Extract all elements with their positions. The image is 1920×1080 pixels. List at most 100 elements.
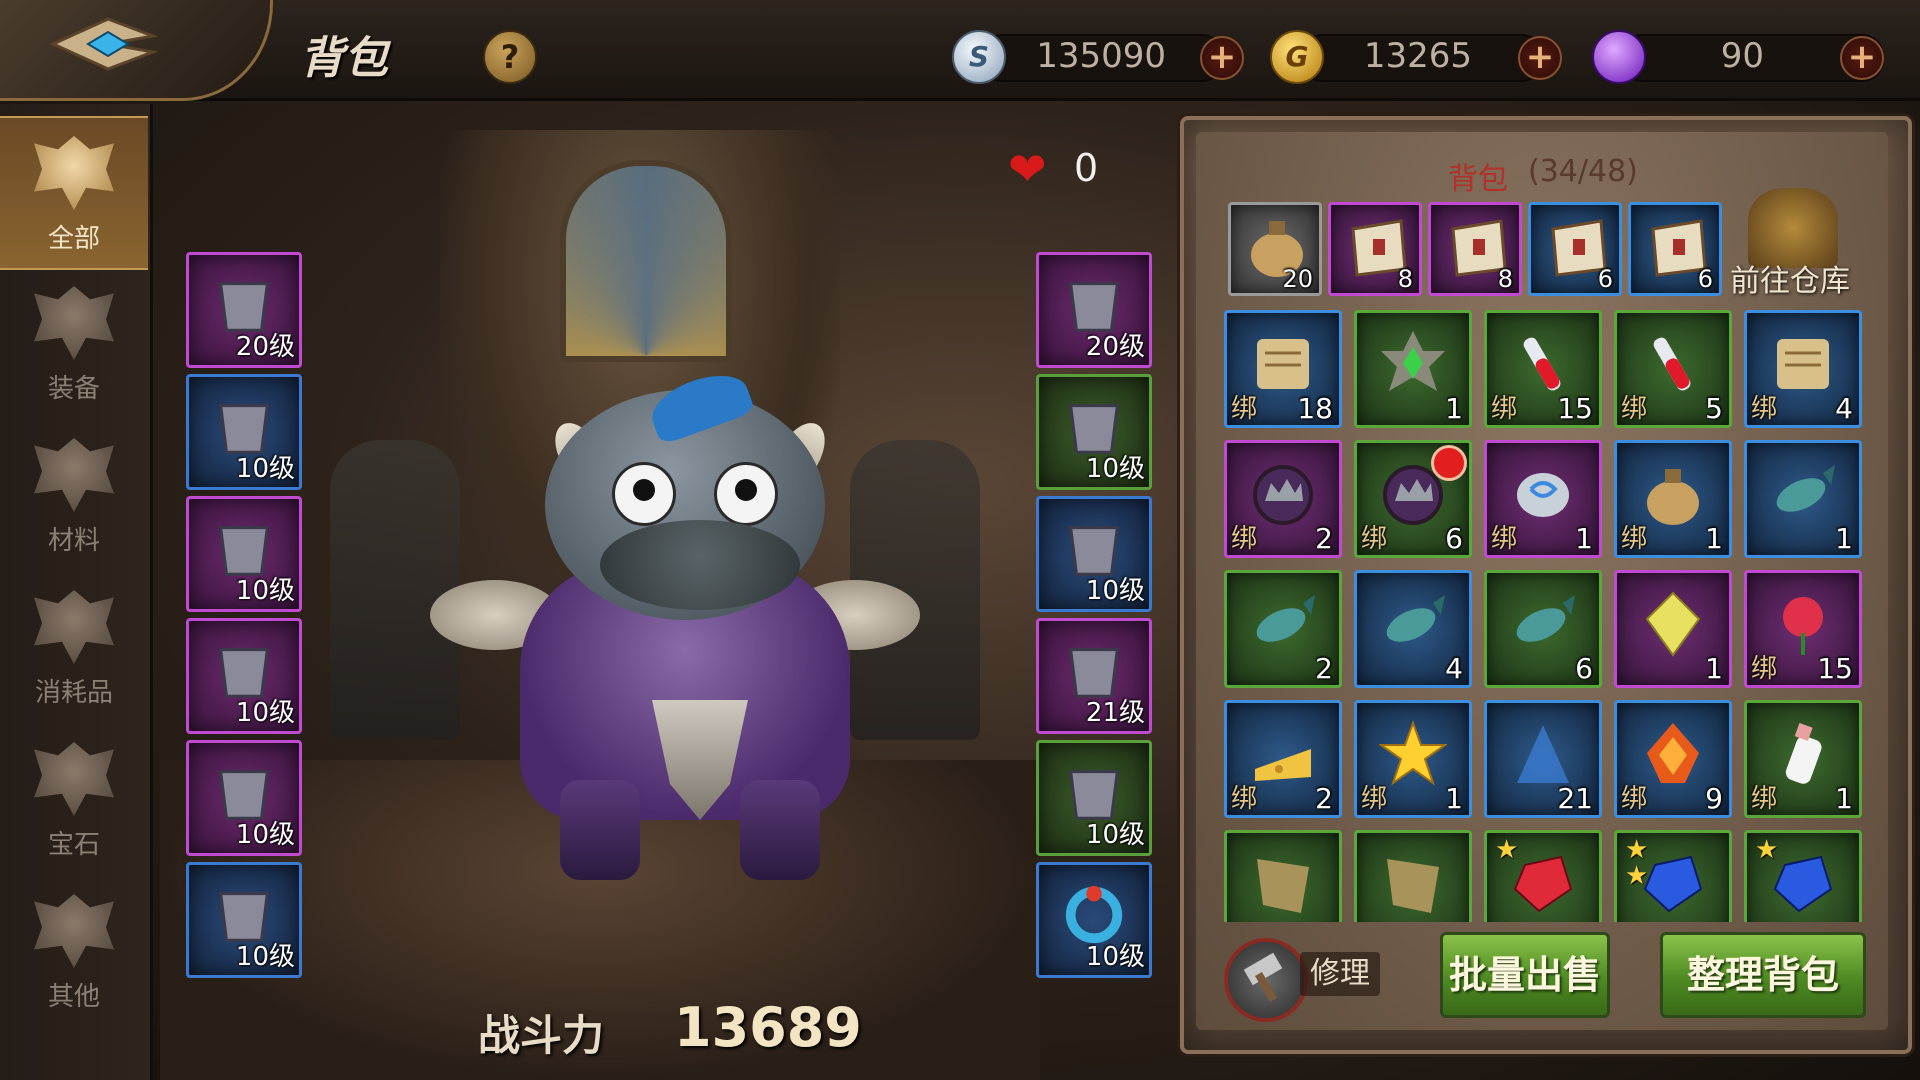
item-count: 8	[1397, 265, 1413, 293]
character-eye-left	[612, 462, 676, 526]
equip-slot-left-5[interactable]: 10级	[186, 740, 302, 856]
repair-label[interactable]: 修理	[1300, 952, 1380, 996]
equip-slot-left-6[interactable]: 10级	[186, 862, 302, 978]
inventory-slot[interactable]: 1	[1744, 440, 1862, 558]
inventory-slot[interactable]: 绑2	[1224, 700, 1342, 818]
rune-stone-icon	[1517, 473, 1569, 517]
equip-slot-right-2[interactable]: 10级	[1036, 374, 1152, 490]
equip-slot-right-1[interactable]: 20级	[1036, 252, 1152, 368]
tab-consumables[interactable]: 消耗品	[0, 572, 148, 722]
sort-bag-button[interactable]: 整理背包	[1660, 932, 1866, 1018]
bound-tag: 绑	[1231, 394, 1258, 424]
equip-slot-left-1[interactable]: 20级	[186, 252, 302, 368]
purple-fish-icon	[1776, 465, 1835, 512]
equip-slot-right-4[interactable]: 21级	[1036, 618, 1152, 734]
horn-scroll-icon	[1257, 339, 1309, 389]
inventory-slot[interactable]: 绑 18	[1224, 310, 1342, 428]
go-to-warehouse-button[interactable]: 前往仓库	[1730, 256, 1850, 300]
inventory-slot[interactable]: 4	[1354, 570, 1472, 688]
equip-slot-right-3[interactable]: 10级	[1036, 496, 1152, 612]
inventory-slot[interactable]: 绑 15	[1744, 570, 1862, 688]
item-count: 2	[1315, 522, 1333, 555]
equip-slot-right-5[interactable]: 10级	[1036, 740, 1152, 856]
inventory-slot[interactable]: 绑1	[1614, 440, 1732, 558]
inventory-title: 背包	[1448, 162, 1508, 197]
equip-slot-left-4[interactable]: 10级	[186, 618, 302, 734]
bag-slot-4[interactable]: 6	[1528, 202, 1622, 296]
inventory-slot[interactable]: 绑1	[1744, 700, 1862, 818]
inventory-slot[interactable]	[1354, 830, 1472, 922]
inventory-slot[interactable]	[1224, 830, 1342, 922]
bag-slot-2[interactable]: 8	[1328, 202, 1422, 296]
add-gold-button[interactable]: +	[1518, 36, 1562, 80]
bag-slot-5[interactable]: 6	[1628, 202, 1722, 296]
inventory-slot[interactable]: 绑9	[1614, 700, 1732, 818]
item-count: 1	[1705, 652, 1723, 685]
inventory-slot[interactable]: 21	[1484, 700, 1602, 818]
purple-gem-icon	[1592, 30, 1646, 84]
bag-slot-3[interactable]: 8	[1428, 202, 1522, 296]
inventory-slot[interactable]: ★	[1484, 830, 1602, 922]
inventory-slot[interactable]: 绑1	[1484, 440, 1602, 558]
inventory-slot[interactable]: 绑1	[1354, 700, 1472, 818]
milk-bottle-icon	[1785, 722, 1822, 784]
add-gem-button[interactable]: +	[1840, 36, 1884, 80]
bulk-sell-button[interactable]: 批量出售	[1440, 932, 1610, 1018]
inventory-slot[interactable]: 绑4	[1744, 310, 1862, 428]
tab-other[interactable]: 其他	[0, 876, 148, 1026]
inventory-slot[interactable]: 绑2	[1224, 440, 1342, 558]
tab-materials[interactable]: 材料	[0, 420, 148, 570]
bound-tag: 绑	[1361, 524, 1388, 554]
green-crystal-badge-icon	[1381, 331, 1445, 391]
inventory-slot[interactable]: 1	[1354, 310, 1472, 428]
red-gem-icon	[1513, 855, 1573, 913]
equip-level: 20级	[235, 332, 295, 362]
bound-tag: 绑	[1751, 784, 1778, 814]
inventory-slot[interactable]: ★ ★	[1614, 830, 1732, 922]
bag-slot-1[interactable]: 20	[1228, 202, 1322, 296]
likes-count: 0	[1074, 146, 1099, 190]
gold-coin-icon: G	[1270, 30, 1324, 84]
character-snout	[600, 520, 800, 610]
gem-amount: 90	[1720, 36, 1764, 76]
repair-button[interactable]	[1224, 938, 1308, 1022]
inventory-slot[interactable]: 绑6	[1354, 440, 1472, 558]
inventory-capacity: (34/48)	[1528, 154, 1638, 189]
tab-all[interactable]: 全部	[0, 116, 148, 270]
equip-level: 20级	[1085, 332, 1145, 362]
equip-slot-left-2[interactable]: 10级	[186, 374, 302, 490]
flatfish-icon	[1516, 595, 1575, 642]
gold-amount: 13265	[1363, 36, 1472, 76]
item-count: 4	[1835, 392, 1853, 425]
tab-label: 宝石	[47, 830, 100, 860]
gold-star-icon	[1379, 720, 1447, 786]
equip-level: 10级	[235, 820, 295, 850]
inventory-slot[interactable]: 绑 15	[1484, 310, 1602, 428]
leaf-icon	[34, 438, 114, 512]
bound-tag: 绑	[1491, 524, 1518, 554]
help-button[interactable]: ?	[483, 30, 537, 84]
red-potion-icon	[1523, 337, 1561, 391]
add-silver-button[interactable]: +	[1200, 36, 1244, 80]
inventory-slot[interactable]: ★	[1744, 830, 1862, 922]
inventory-grid[interactable]: 绑 18 1 绑 15 绑 5 绑 4 绑 2 绑 6 绑 1 绑 1 1 2 4 6 1 绑 15 绑 2 绑 1 21 绑 9 绑 1 ★ ★ ★…	[1214, 306, 1886, 922]
scroll-icon	[1777, 339, 1829, 389]
inventory-slot[interactable]: 1	[1614, 570, 1732, 688]
tab-equipment[interactable]: 装备	[0, 268, 148, 418]
item-count: 8	[1497, 265, 1513, 293]
inventory-slot[interactable]: 6	[1484, 570, 1602, 688]
equip-level: 10级	[1085, 576, 1145, 606]
blue-gem-icon	[1643, 855, 1703, 913]
inventory-slot[interactable]: 绑5	[1614, 310, 1732, 428]
inventory-slot[interactable]: 2	[1224, 570, 1342, 688]
equip-slot-left-3[interactable]: 10级	[186, 496, 302, 612]
cloth-scrap-icon	[1257, 859, 1309, 913]
item-count: 6	[1575, 652, 1593, 685]
bound-tag: 绑	[1621, 524, 1648, 554]
tab-gems[interactable]: 宝石	[0, 724, 148, 874]
equip-slot-right-6[interactable]: 10级	[1036, 862, 1152, 978]
heart-icon[interactable]: ❤	[1008, 142, 1047, 196]
item-count: 15	[1817, 652, 1853, 685]
item-count: 21	[1557, 782, 1593, 815]
item-count: 1	[1445, 782, 1463, 815]
